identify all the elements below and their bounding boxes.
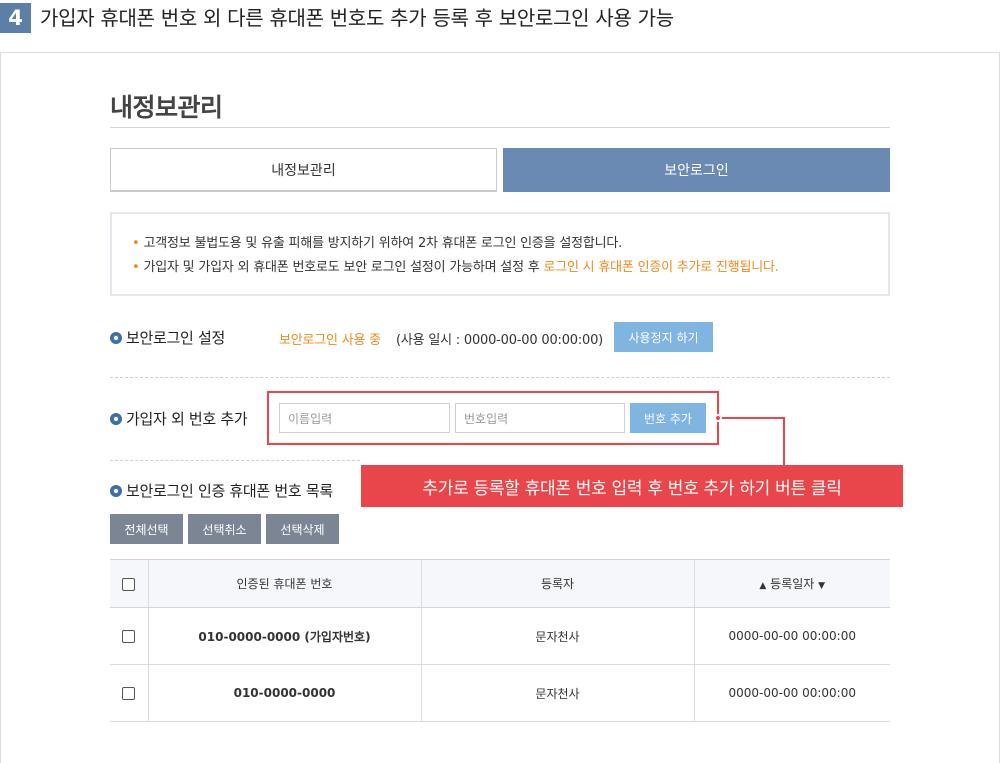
- header-checkbox-cell: [110, 559, 148, 608]
- deselect-button[interactable]: 선택취소: [188, 514, 261, 544]
- notice-highlight: 로그인 시 휴대폰 인증이 추가로 진행됩니다.: [543, 260, 779, 275]
- step-title: 가입자 휴대폰 번호 외 다른 휴대폰 번호도 추가 등록 후 보안로그인 사용…: [40, 6, 674, 30]
- tab-my-info[interactable]: 내정보관리: [110, 148, 497, 192]
- radio-dot-icon: [110, 331, 122, 344]
- notice-line-2: • 가입자 및 가입자 외 휴대폰 번호로도 보안 로그인 설정이 가능하며 설정…: [132, 260, 779, 275]
- tab-secure-login[interactable]: 보안로그인: [503, 148, 890, 192]
- stop-using-button[interactable]: 사용정지 하기: [614, 322, 713, 352]
- row-checkbox[interactable]: [122, 687, 136, 700]
- row-checkbox-cell: [110, 664, 148, 722]
- row-checkbox[interactable]: [122, 630, 136, 643]
- registered-date: 0000-00-00 00:00:00: [693, 664, 890, 722]
- notice-line-1: • 고객정보 불법도용 및 유출 피해를 방지하기 위하여 2차 휴대폰 로그인 …: [132, 236, 623, 251]
- table-row: 010-0000-0000 (가입자번호) 문자천사 0000-00-00 00…: [110, 607, 890, 665]
- callout-connector: [718, 417, 785, 419]
- registrant: 문자천사: [420, 607, 694, 665]
- bullet-icon: •: [132, 260, 140, 275]
- header-phone: 인증된 휴대폰 번호: [147, 559, 421, 608]
- add-number-button[interactable]: 번호 추가: [630, 403, 706, 433]
- phone-number: 010-0000-0000: [147, 664, 421, 722]
- bullet-icon: •: [132, 236, 140, 251]
- callout-connector: [783, 417, 785, 465]
- row-checkbox-cell: [110, 607, 148, 665]
- sort-down-icon[interactable]: ▼: [818, 581, 825, 591]
- phone-table: 인증된 휴대폰 번호 등록자 ▲ 등록일자 ▼ 010-0000-0000 (가…: [110, 559, 890, 722]
- header-date[interactable]: ▲ 등록일자 ▼: [693, 559, 890, 608]
- select-all-checkbox[interactable]: [122, 577, 136, 591]
- section-divider: [110, 377, 890, 378]
- radio-dot-icon: [110, 412, 122, 425]
- step-number-badge: 4: [0, 3, 31, 33]
- delete-selected-button[interactable]: 선택삭제: [266, 514, 339, 544]
- step-header: 4 가입자 휴대폰 번호 외 다른 휴대폰 번호도 추가 등록 후 보안로그인 …: [0, 0, 1000, 36]
- sort-up-icon[interactable]: ▲: [759, 581, 766, 591]
- callout-box: 추가로 등록할 휴대폰 번호 입력 후 번호 추가 하기 버튼 클릭: [361, 465, 903, 507]
- phone-list-label: 보안로그인 인증 휴대폰 번호 목록: [110, 480, 333, 501]
- secure-login-status: 보안로그인 사용 중: [279, 333, 381, 348]
- phone-number: 010-0000-0000 (가입자번호): [147, 607, 421, 665]
- callout-anchor-dot: [714, 414, 722, 422]
- table-row: 010-0000-0000 문자천사 0000-00-00 00:00:00: [110, 664, 890, 722]
- title-divider: [110, 127, 890, 128]
- radio-dot-icon: [110, 484, 122, 497]
- select-all-button[interactable]: 전체선택: [110, 514, 183, 544]
- name-input[interactable]: 이름입력: [279, 403, 450, 433]
- notice-box: • 고객정보 불법도용 및 유출 피해를 방지하기 위하여 2차 휴대폰 로그인 …: [110, 212, 890, 296]
- table-header-row: 인증된 휴대폰 번호 등록자 ▲ 등록일자 ▼: [110, 559, 890, 608]
- secure-login-since: (사용 일시 : 0000-00-00 00:00:00): [396, 333, 604, 348]
- add-number-label: 가입자 외 번호 추가: [110, 408, 248, 429]
- registered-date: 0000-00-00 00:00:00: [693, 607, 890, 665]
- section-divider: [110, 460, 360, 461]
- header-registrant: 등록자: [420, 559, 694, 608]
- secure-login-setting-label: 보안로그인 설정: [110, 327, 225, 348]
- registrant: 문자천사: [420, 664, 694, 722]
- phone-input[interactable]: 번호입력: [455, 403, 625, 433]
- page-title: 내정보관리: [110, 93, 223, 122]
